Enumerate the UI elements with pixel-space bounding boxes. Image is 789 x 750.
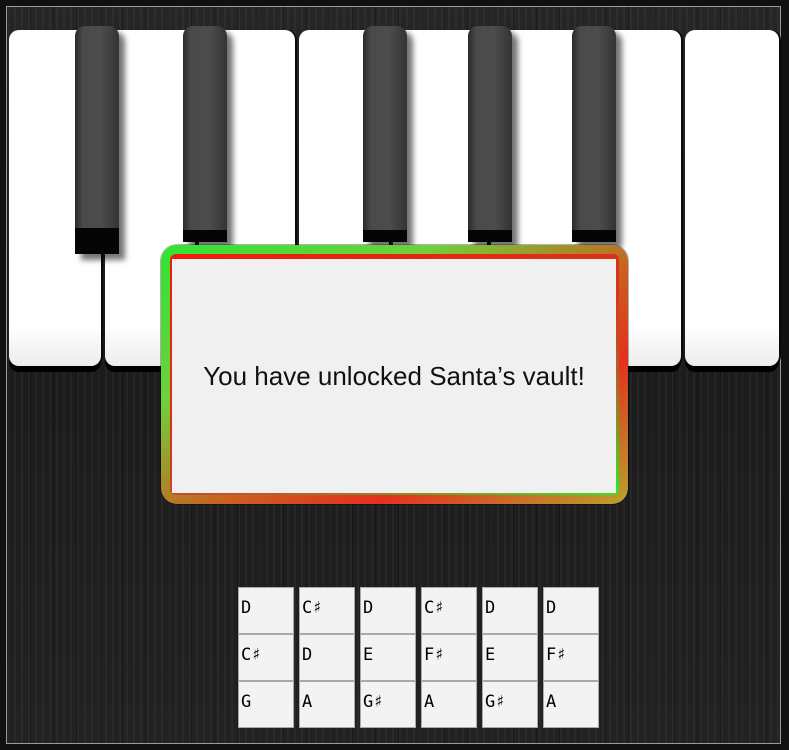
black-key[interactable] xyxy=(572,26,616,242)
black-key[interactable] xyxy=(183,26,227,242)
dialog-message: You have unlocked Santa’s vault! xyxy=(203,360,585,391)
note-cell: A xyxy=(421,681,477,728)
note-cell: G xyxy=(238,681,294,728)
note-cell: E xyxy=(482,634,538,681)
note-cell: D xyxy=(543,587,599,634)
note-sequence-grid: D C♯ D C♯ D D C♯ D E F♯ E F♯ G A G♯ A G♯… xyxy=(238,587,599,728)
black-key[interactable] xyxy=(363,26,407,242)
note-cell: A xyxy=(299,681,355,728)
note-cell: C♯ xyxy=(421,587,477,634)
note-cell: D xyxy=(482,587,538,634)
note-cell: E xyxy=(360,634,416,681)
note-cell: A xyxy=(543,681,599,728)
vault-unlocked-dialog: You have unlocked Santa’s vault! xyxy=(161,245,628,504)
note-cell: D xyxy=(360,587,416,634)
note-cell: D xyxy=(299,634,355,681)
dialog-body: You have unlocked Santa’s vault! xyxy=(172,259,616,493)
note-cell: G♯ xyxy=(482,681,538,728)
note-cell: G♯ xyxy=(360,681,416,728)
note-cell: C♯ xyxy=(299,587,355,634)
black-key-pressed[interactable] xyxy=(75,26,119,254)
note-cell: C♯ xyxy=(238,634,294,681)
black-key[interactable] xyxy=(468,26,512,242)
note-cell: D xyxy=(238,587,294,634)
note-cell: F♯ xyxy=(421,634,477,681)
note-cell: F♯ xyxy=(543,634,599,681)
white-key[interactable] xyxy=(685,30,779,366)
